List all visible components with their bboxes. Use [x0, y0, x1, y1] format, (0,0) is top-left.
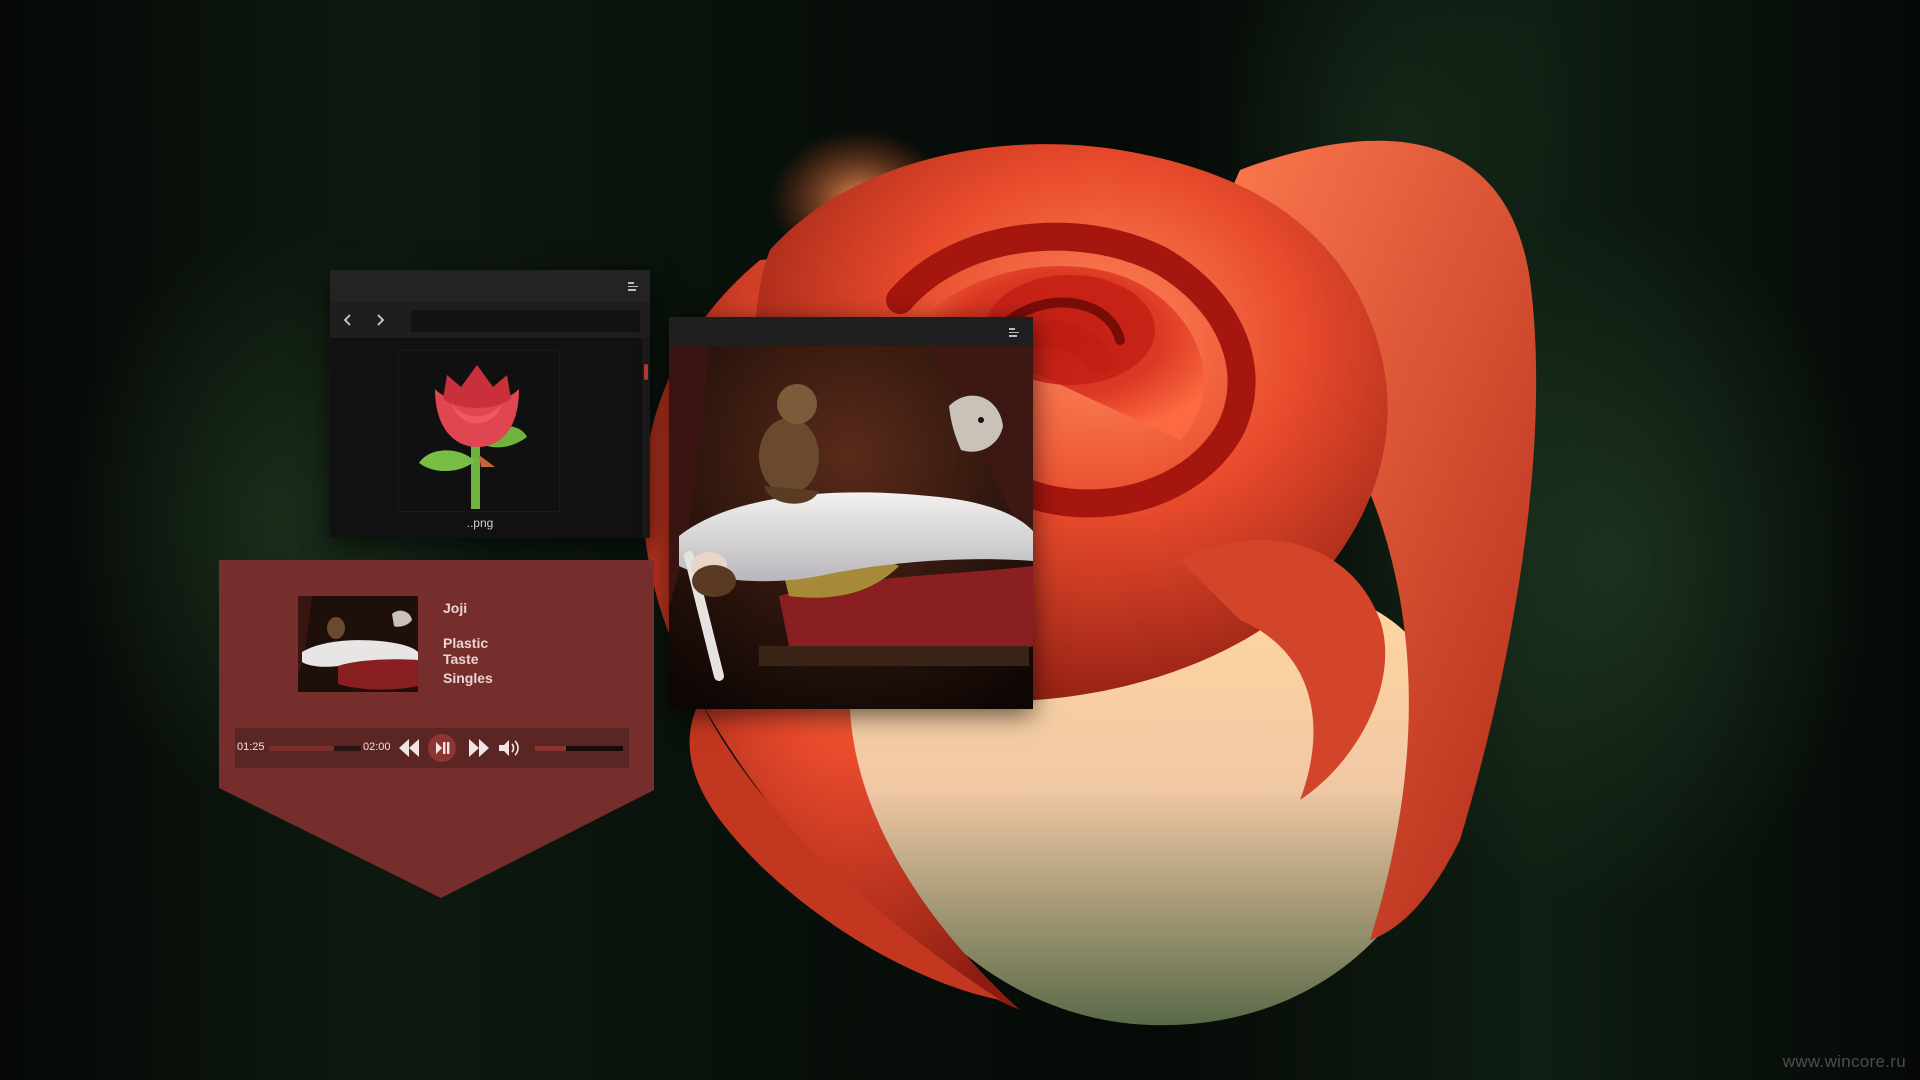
- file-grid: ..png: [330, 338, 642, 538]
- chevron-right-icon[interactable]: [370, 310, 390, 330]
- scrollbar-thumb[interactable]: [644, 364, 648, 380]
- seek-bar[interactable]: [269, 746, 361, 751]
- album-art: [298, 596, 418, 692]
- image-viewer-titlebar[interactable]: [669, 317, 1033, 346]
- file-name-label: ..png: [466, 516, 494, 530]
- file-viewer-titlebar[interactable]: [330, 270, 650, 302]
- volume-icon[interactable]: [497, 737, 521, 759]
- volume-slider[interactable]: [535, 746, 623, 751]
- file-item[interactable]: [398, 350, 560, 512]
- album-label: Singles: [443, 670, 493, 686]
- play-pause-icon[interactable]: [427, 733, 457, 763]
- player-control-bar: 01:25 02:00: [235, 728, 629, 768]
- image-viewer-window: [669, 317, 1033, 709]
- elapsed-time: 01:25: [237, 741, 265, 753]
- chevron-left-icon[interactable]: [338, 310, 358, 330]
- seek-bar-fill: [269, 746, 335, 751]
- file-viewer-toolbar: [330, 302, 650, 338]
- rose-file-thumbnail: [419, 365, 527, 509]
- fast-forward-icon[interactable]: [467, 737, 491, 759]
- track-title-label: Plastic Taste: [443, 635, 489, 667]
- volume-slider-fill: [535, 746, 566, 751]
- painting-image: [669, 346, 1033, 709]
- rewind-icon[interactable]: [397, 737, 421, 759]
- watermark: www.wincore.ru: [1782, 1052, 1906, 1071]
- menu-icon[interactable]: [1009, 328, 1019, 337]
- artist-label: Joji: [443, 600, 468, 616]
- scrollbar[interactable]: [642, 338, 650, 538]
- path-input[interactable]: [411, 310, 640, 332]
- file-viewer-window: ..png: [330, 270, 650, 538]
- menu-icon[interactable]: [628, 282, 638, 291]
- total-time: 02:00: [363, 741, 391, 753]
